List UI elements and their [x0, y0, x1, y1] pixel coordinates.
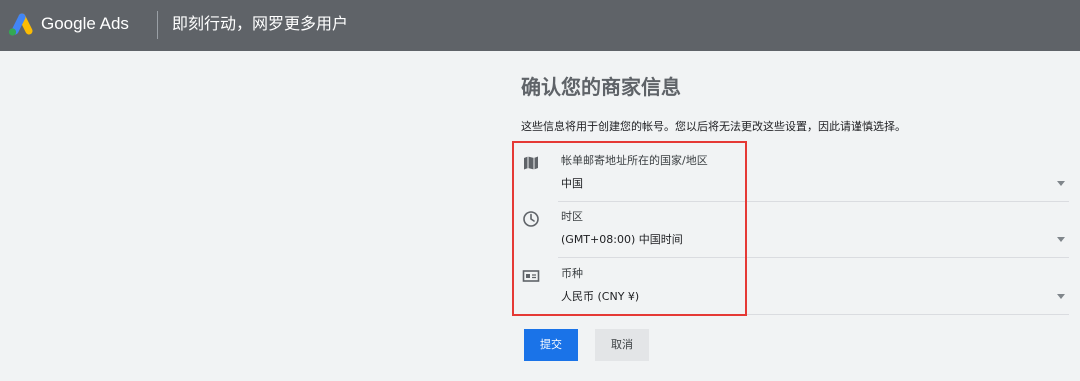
google-ads-logo-icon[interactable] — [7, 13, 33, 37]
page-title: 确认您的商家信息 — [521, 75, 681, 99]
business-info-form: 确认您的商家信息 这些信息将用于创建您的帐号。您以后将无法更改这些设置，因此请谨… — [0, 51, 1080, 381]
form-description: 这些信息将用于创建您的帐号。您以后将无法更改这些设置，因此请谨慎选择。 — [521, 120, 906, 133]
top-app-bar: Google Ads 即刻行动，网罗更多用户 — [0, 0, 1080, 51]
dropdown-arrow-icon[interactable] — [1057, 237, 1065, 242]
dropdown-arrow-icon[interactable] — [1057, 181, 1065, 186]
header-divider — [157, 11, 158, 39]
dropdown-arrow-icon[interactable] — [1057, 294, 1065, 299]
brand-name: Google Ads — [41, 14, 129, 33]
highlight-annotation-box — [512, 141, 747, 316]
submit-button[interactable]: 提交 — [524, 329, 578, 361]
header-tagline: 即刻行动，网罗更多用户 — [172, 14, 349, 33]
cancel-button[interactable]: 取消 — [595, 329, 649, 361]
